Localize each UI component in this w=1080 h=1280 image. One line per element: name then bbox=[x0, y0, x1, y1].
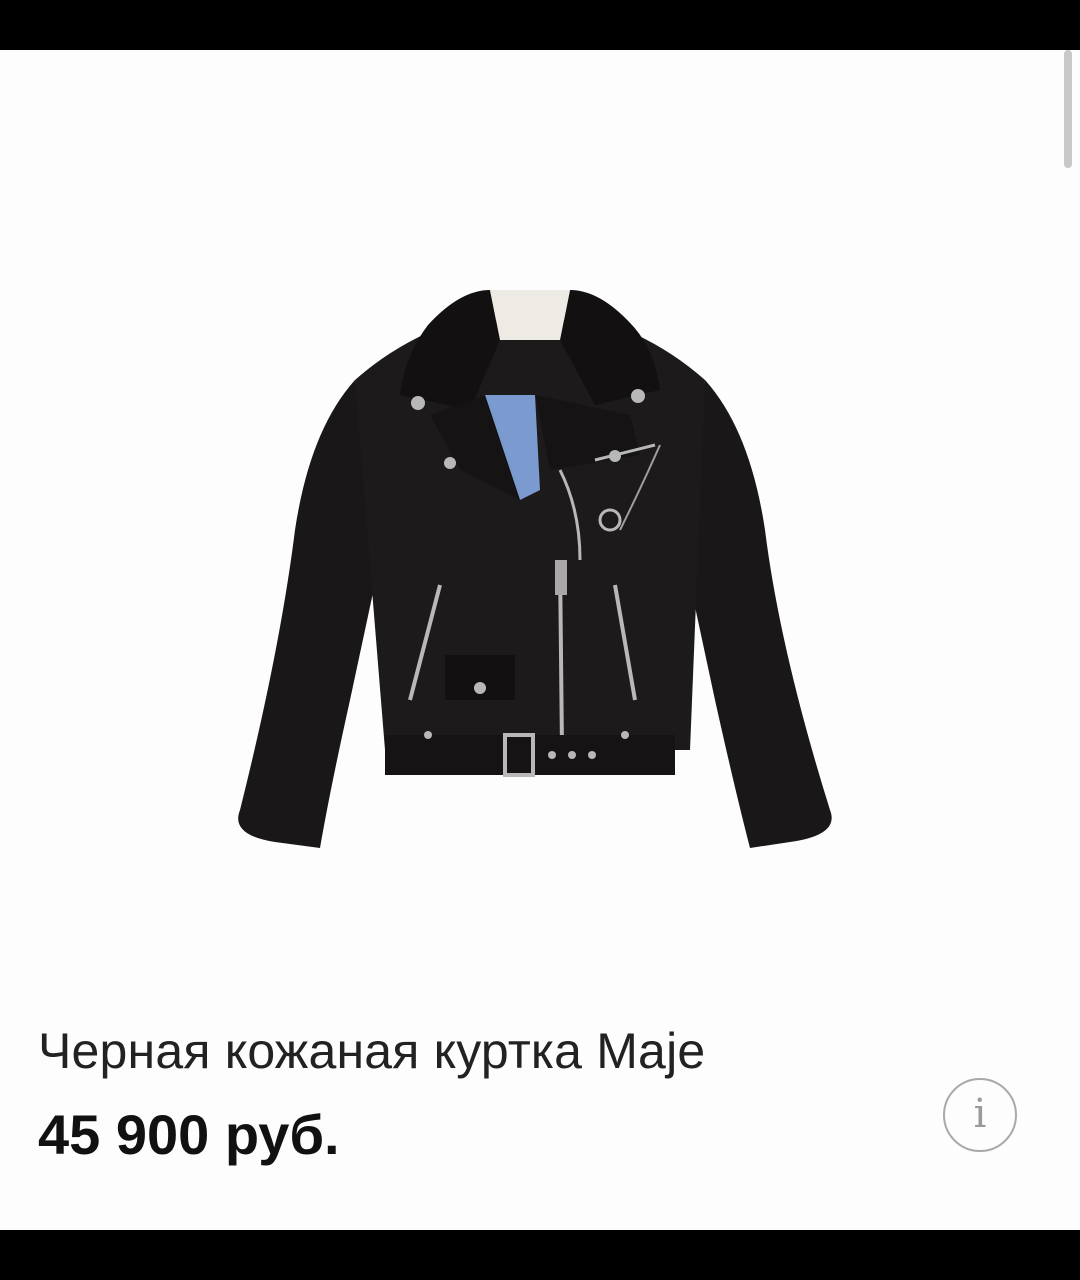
product-image[interactable] bbox=[200, 230, 860, 870]
product-card: Черная кожаная куртка Maje 45 900 руб. i bbox=[0, 50, 1080, 1230]
product-title: Черная кожаная куртка Maje bbox=[38, 1023, 706, 1079]
leather-biker-jacket-image bbox=[238, 290, 832, 848]
scrollbar[interactable] bbox=[1064, 50, 1072, 168]
info-button[interactable]: i bbox=[943, 1078, 1017, 1152]
info-icon: i bbox=[973, 1091, 987, 1137]
product-price: 45 900 руб. bbox=[38, 1103, 340, 1166]
screen: Черная кожаная куртка Maje 45 900 руб. i bbox=[0, 0, 1080, 1280]
